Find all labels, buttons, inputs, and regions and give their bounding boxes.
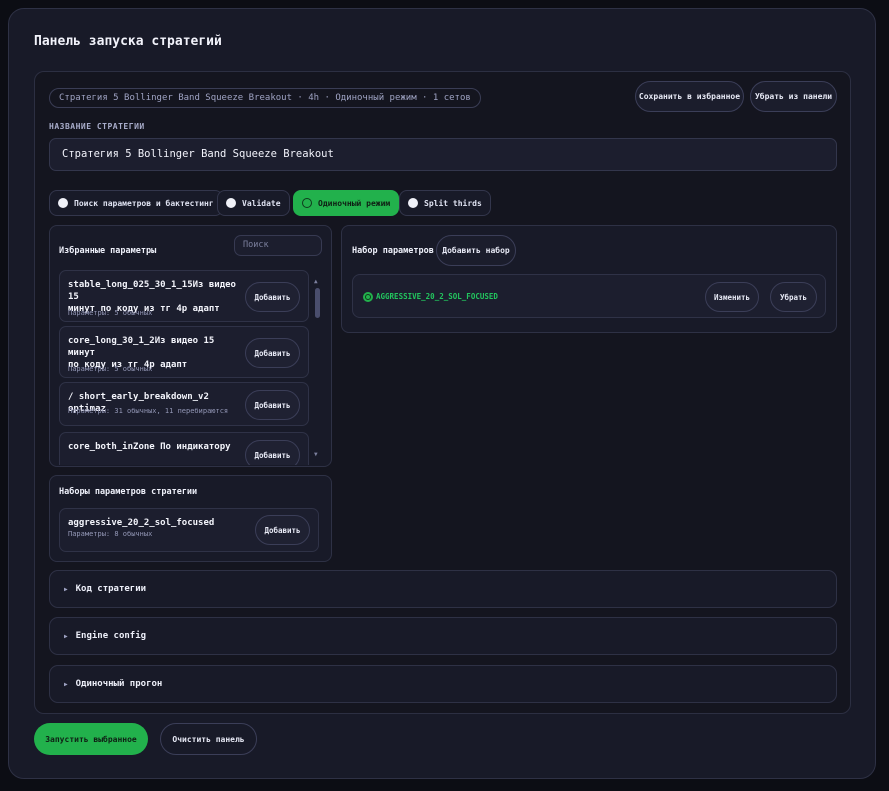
list-item: core_both_inZone По индикатору Добавить — [59, 432, 309, 465]
scroll-down-icon[interactable]: ▼ — [314, 451, 318, 458]
run-selected-button[interactable]: Запустить выбранное — [34, 723, 148, 755]
favorite-params: Параметры: 5 обычных — [68, 309, 153, 317]
caret-right-icon: ▶ — [64, 632, 68, 640]
radio-icon — [408, 198, 418, 208]
add-favorite-button[interactable]: Добавить — [245, 440, 300, 465]
accordion-single-run[interactable]: ▶ Одиночный прогон — [49, 665, 837, 703]
scroll-up-icon[interactable]: ▲ — [314, 278, 318, 285]
radio-icon — [58, 198, 68, 208]
strategy-set-params: Параметры: 8 обычных — [68, 530, 153, 538]
accordion-label: Код стратегии — [75, 584, 147, 594]
tab-label: Split thirds — [424, 198, 482, 208]
favorites-title: Избранные параметры — [59, 246, 157, 256]
favorites-panel: Избранные параметры Поиск stable_long_02… — [49, 225, 332, 467]
add-strategy-set-button[interactable]: Добавить — [255, 515, 310, 545]
tab-single-mode[interactable]: Одиночный режим — [293, 190, 400, 216]
accordion-label: Engine config — [75, 631, 147, 641]
panel-title: Панель запуска стратегий — [34, 34, 222, 49]
list-item: / short_early_breakdown_v2 optimaz Парам… — [59, 382, 309, 426]
favorite-params: Параметры: 31 обычных, 11 перебираются — [68, 407, 229, 415]
tab-validate[interactable]: Validate — [217, 190, 290, 216]
add-favorite-button[interactable]: Добавить — [245, 338, 300, 368]
add-favorite-button[interactable]: Добавить — [245, 390, 300, 420]
strategy-launch-panel: Панель запуска стратегий Стратегия 5 Bol… — [8, 8, 876, 779]
strategy-sets-title: Наборы параметров стратегии — [59, 487, 198, 497]
selected-param-set-name: AGGRESSIVE_20_2_SOL_FOCUSED — [376, 292, 498, 301]
accordion-strategy-code[interactable]: ▶ Код стратегии — [49, 570, 837, 608]
favorites-list[interactable]: stable_long_025_30_1_15Из видео 15 минут… — [59, 270, 321, 465]
strategy-sets-panel: Наборы параметров стратегии aggressive_2… — [49, 475, 332, 562]
selected-param-set-row[interactable]: AGGRESSIVE_20_2_SOL_FOCUSED Изменить Убр… — [352, 274, 826, 318]
radio-icon — [226, 198, 236, 208]
strategy-name-label: НАЗВАНИЕ СТРАТЕГИИ — [49, 122, 145, 131]
caret-right-icon: ▶ — [64, 680, 68, 688]
list-item: stable_long_025_30_1_15Из видео 15 минут… — [59, 270, 309, 322]
remove-from-panel-button[interactable]: Убрать из панели — [750, 81, 837, 112]
radio-selected-icon — [363, 292, 373, 302]
save-favorite-button[interactable]: Сохранить в избранное — [635, 81, 744, 112]
strategy-name-input[interactable]: Стратегия 5 Bollinger Band Squeeze Break… — [49, 138, 837, 171]
clear-panel-button[interactable]: Очистить панель — [160, 723, 257, 755]
strategy-card: Стратегия 5 Bollinger Band Squeeze Break… — [34, 71, 851, 714]
edit-set-button[interactable]: Изменить — [705, 282, 759, 312]
radio-selected-icon — [302, 198, 312, 208]
favorites-search-input[interactable]: Поиск — [234, 235, 322, 256]
param-set-title: Набор параметров — [352, 246, 434, 256]
favorite-name: core_both_inZone По индикатору — [68, 442, 231, 452]
tab-label: Validate — [242, 198, 281, 208]
add-set-button[interactable]: Добавить набор — [436, 235, 516, 266]
add-favorite-button[interactable]: Добавить — [245, 282, 300, 312]
strategy-meta-badge: Стратегия 5 Bollinger Band Squeeze Break… — [49, 88, 481, 108]
favorite-params: Параметры: 5 обычных — [68, 365, 153, 373]
scroll-thumb[interactable] — [315, 288, 320, 318]
param-set-panel: Набор параметров Добавить набор AGGRESSI… — [341, 225, 837, 333]
tab-label: Поиск параметров и бактестинг — [74, 198, 214, 208]
list-item: core_long_30_1_2Из видео 15 минут по код… — [59, 326, 309, 378]
list-item: aggressive_20_2_sol_focused Параметры: 8… — [59, 508, 319, 552]
accordion-label: Одиночный прогон — [75, 679, 163, 689]
caret-right-icon: ▶ — [64, 585, 68, 593]
tab-label: Одиночный режим — [318, 198, 391, 208]
strategy-set-name: aggressive_20_2_sol_focused — [68, 518, 215, 528]
remove-set-button[interactable]: Убрать — [770, 282, 817, 312]
favorites-scrollbar[interactable]: ▲ ▼ — [313, 278, 322, 458]
tab-split-thirds[interactable]: Split thirds — [399, 190, 491, 216]
accordion-engine-config[interactable]: ▶ Engine config — [49, 617, 837, 655]
tab-param-search-backtest[interactable]: Поиск параметров и бактестинг — [49, 190, 223, 216]
